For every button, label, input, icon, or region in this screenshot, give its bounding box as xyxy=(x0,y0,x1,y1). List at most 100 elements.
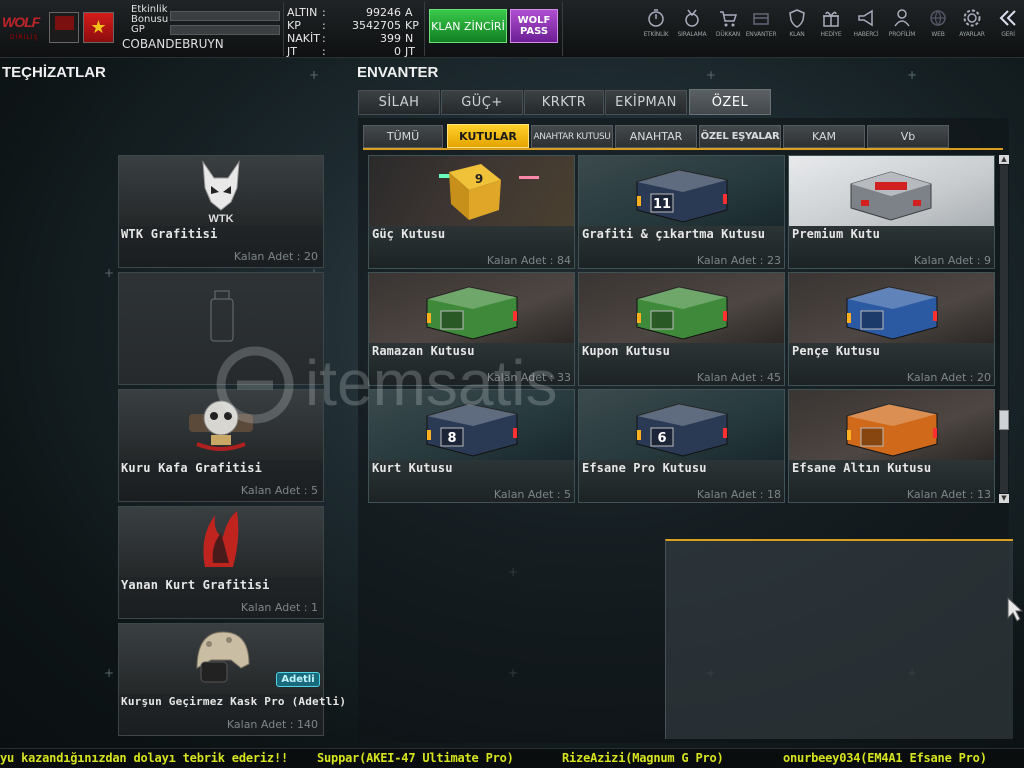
nav-gift[interactable]: HEDİYE xyxy=(812,8,850,48)
item-count: Kalan Adet : 20 xyxy=(906,371,991,384)
globe-icon xyxy=(930,10,946,27)
plus-marker: + xyxy=(907,68,918,82)
equipment-card[interactable]: Adetli Kurşun Geçirmez Kask Pro (Adetli)… xyxy=(118,623,346,736)
ticker-message: Suppar(AKEI-47 Ultimate Pro) xyxy=(317,751,514,765)
item-name: Pençe Kutusu xyxy=(792,344,880,358)
item-name: Kurt Kutusu xyxy=(372,461,453,475)
inventory-item[interactable]: Efsane Altın Kutusu Kalan Adet : 13 xyxy=(788,389,995,503)
equipment-card-empty[interactable] xyxy=(118,272,324,385)
logo-text: WOLF xyxy=(2,14,40,30)
wtk-logo-text: WTK xyxy=(208,213,233,225)
subtab-tumu[interactable]: TÜMÜ xyxy=(363,125,443,148)
nav-label: GERİ xyxy=(1001,31,1015,38)
inventory-item[interactable]: Premium Kutu Kalan Adet : 9 xyxy=(788,155,995,269)
inventory-item[interactable]: 8 Kurt Kutusu Kalan Adet : 5 xyxy=(368,389,575,503)
inventory-scrollbar[interactable]: ▲ ▼ xyxy=(998,155,1010,503)
event-bonus-bar xyxy=(170,11,280,21)
inventory-item[interactable]: Pençe Kutusu Kalan Adet : 20 xyxy=(788,272,995,386)
item-count: Kalan Adet : 33 xyxy=(486,371,571,384)
item-count: Kalan Adet : 84 xyxy=(486,254,571,267)
equipment-card[interactable]: Yanan Kurt Grafitisi Kalan Adet : 1 xyxy=(118,506,324,619)
currency-label: JT xyxy=(287,45,297,58)
nav-medal[interactable]: SIRALAMA xyxy=(673,8,711,48)
currency-unit: KP xyxy=(405,19,419,32)
item-image xyxy=(369,273,574,345)
plus-marker: + xyxy=(309,68,320,82)
mouse-cursor-icon xyxy=(1007,596,1024,622)
subtab-ozel-esyalar[interactable]: ÖZEL EŞYALAR xyxy=(699,125,781,148)
scrollbar-thumb[interactable] xyxy=(999,410,1009,430)
nav-label: HEDİYE xyxy=(820,31,842,38)
item-image: 8 xyxy=(369,390,574,462)
tab-guc[interactable]: GÜÇ+ xyxy=(441,90,523,115)
nav-gear[interactable]: AYARLAR xyxy=(953,8,991,48)
username: COBANDEBRUYN xyxy=(122,37,224,51)
crate-icon: 8 xyxy=(426,403,518,457)
wolf-pass-button[interactable]: WOLF PASS xyxy=(510,9,558,43)
currency-cash: NAKİT: 399 N xyxy=(287,32,419,45)
equipment-name: Kurşun Geçirmez Kask Pro (Adetli) xyxy=(121,695,347,708)
currency-value: 3542705 xyxy=(352,19,401,32)
gift-icon xyxy=(823,11,839,27)
item-name: Efsane Pro Kutusu xyxy=(582,461,707,475)
crate-icon xyxy=(846,403,938,457)
divider xyxy=(424,2,425,56)
item-image xyxy=(119,390,323,460)
currency-unit: N xyxy=(405,32,414,45)
divider xyxy=(562,2,563,56)
nav-globe[interactable]: WEB xyxy=(919,8,957,48)
scroll-down-icon[interactable]: ▼ xyxy=(999,494,1009,503)
game-lobby-screen: WOLF DİRİLİŞ ★ Etkinlik Bonusu GP COBAND… xyxy=(0,0,1024,768)
inventory-item[interactable]: Kupon Kutusu Kalan Adet : 45 xyxy=(578,272,785,386)
subtab-anahtar[interactable]: ANAHTAR xyxy=(615,125,697,148)
news-ticker: yu kazandığınızdan dolayı tebrik ederiz!… xyxy=(0,748,1024,768)
inventory-item[interactable]: 6 Efsane Pro Kutusu Kalan Adet : 18 xyxy=(578,389,785,503)
equipment-card[interactable]: WTK WTK Grafitisi Kalan Adet : 20 xyxy=(118,155,324,268)
currency-gold: ALTIN: 99246 A xyxy=(287,6,419,19)
currency-label: ALTIN xyxy=(287,6,318,19)
nav-label: AYARLAR xyxy=(959,31,985,38)
equipment-card[interactable]: Kuru Kafa Grafitisi Kalan Adet : 5 xyxy=(118,389,324,502)
scrollbar-track[interactable] xyxy=(1000,165,1008,493)
clan-emblem[interactable] xyxy=(49,12,79,43)
top-bar: WOLF DİRİLİŞ ★ Etkinlik Bonusu GP COBAND… xyxy=(0,0,1024,58)
crate-icon: 11 xyxy=(636,169,728,223)
nav-shield[interactable]: KLAN xyxy=(778,8,816,48)
currency-label: NAKİT xyxy=(287,32,320,45)
subtab-vb[interactable]: Vb xyxy=(867,125,949,148)
tab-krktr[interactable]: KRKTR xyxy=(524,90,604,115)
item-name: Grafiti & çıkartma Kutusu xyxy=(582,227,766,241)
inventory-item[interactable]: 9 Güç Kutusu Kalan Adet : 84 xyxy=(368,155,575,269)
plus-marker: + xyxy=(104,666,115,680)
cart-icon xyxy=(720,11,738,27)
burning-wolf-icon xyxy=(203,511,239,567)
golden-dice-icon: 9 xyxy=(439,164,539,220)
currency-unit: JT xyxy=(405,45,415,58)
inventory-item[interactable]: 11 Grafiti & çıkartma Kutusu Kalan Adet : … xyxy=(578,155,785,269)
inventory-item[interactable]: Ramazan Kutusu Kalan Adet : 33 xyxy=(368,272,575,386)
nav-timer[interactable]: ETKİNLİK xyxy=(637,8,675,48)
subtab-kam[interactable]: KAM xyxy=(783,125,865,148)
nav-profile[interactable]: PROFİLİM xyxy=(883,8,921,48)
gp-bar xyxy=(170,25,280,35)
currency-value: 0 xyxy=(394,45,401,58)
back-icon xyxy=(999,10,1016,26)
item-count: Kalan Adet : 5 xyxy=(493,488,571,501)
tab-ozel[interactable]: ÖZEL xyxy=(689,89,771,115)
subtab-kutular[interactable]: KUTULAR xyxy=(447,124,529,148)
nav-inventory[interactable]: ENVANTER xyxy=(742,8,780,48)
crate-icon xyxy=(426,286,518,340)
rank-badge[interactable]: ★ xyxy=(83,12,114,43)
crate-icon xyxy=(846,286,938,340)
scroll-up-icon[interactable]: ▲ xyxy=(999,155,1009,164)
nav-back[interactable]: GERİ xyxy=(989,8,1024,48)
tab-silah[interactable]: SİLAH xyxy=(358,90,440,115)
tab-ekipman[interactable]: EKİPMAN xyxy=(605,90,687,115)
subtab-anahtar-kutusu[interactable]: ANAHTAR KUTUSU xyxy=(531,125,613,148)
currency-kp: KP: 3542705 KP xyxy=(287,19,419,32)
tab-label: ÖZEL xyxy=(711,94,749,110)
item-details-box xyxy=(665,539,1013,739)
currency-panel: ALTIN: 99246 A KP: 3542705 KP NAKİT: 399… xyxy=(287,6,419,58)
clan-chain-button[interactable]: KLAN ZİNCİRİ xyxy=(429,9,507,43)
nav-megaphone[interactable]: HABERCİ xyxy=(847,8,885,48)
